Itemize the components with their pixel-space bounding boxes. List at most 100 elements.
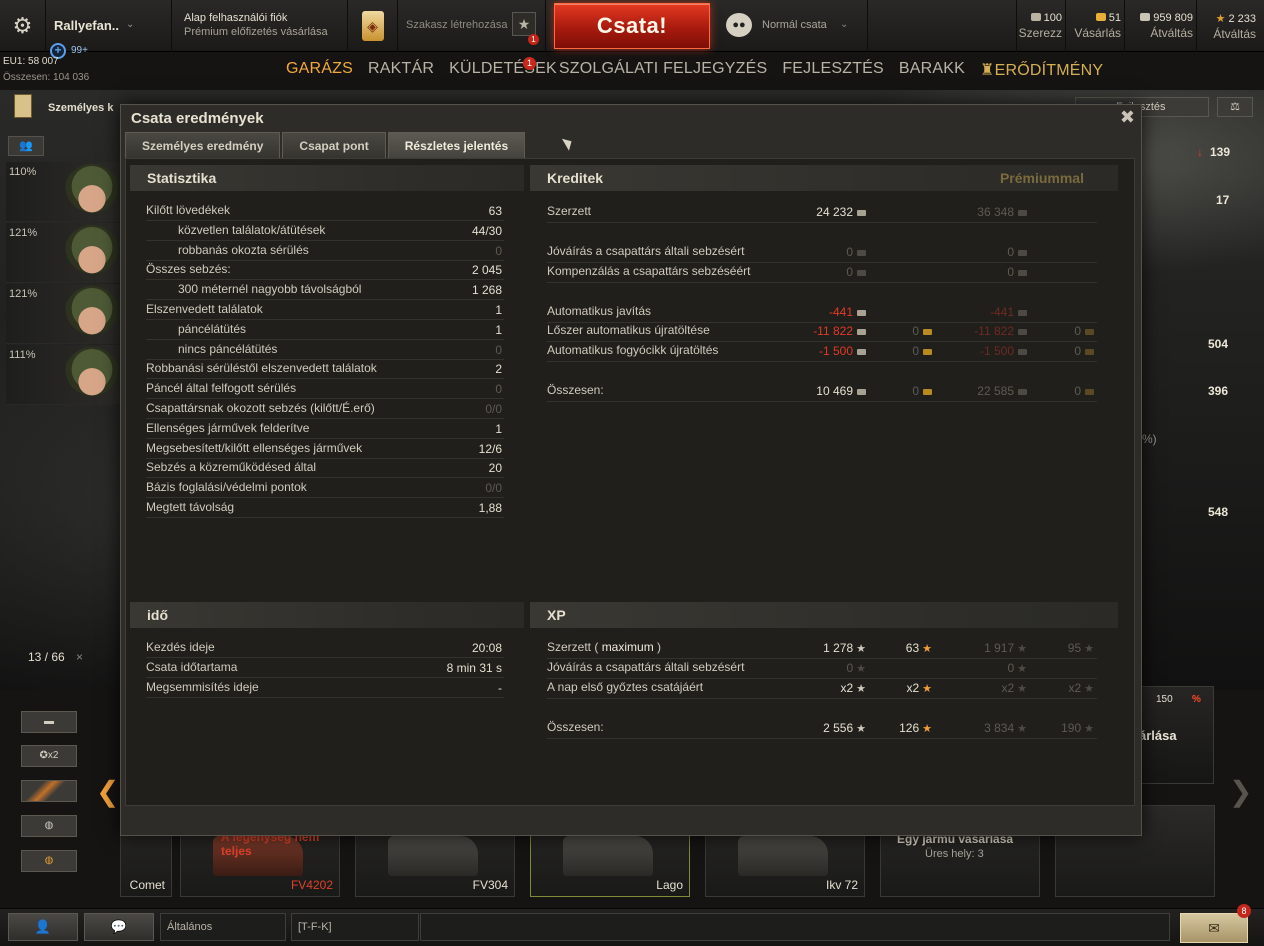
xp-value: 0 ★	[1007, 661, 1027, 675]
nav-research[interactable]: FEJLESZTÉS	[782, 60, 884, 84]
nav-barracks[interactable]: BARAKK	[899, 60, 965, 84]
channel-clan[interactable]: [T-F-K]	[291, 913, 419, 941]
crew-member[interactable]: 110%	[6, 162, 120, 222]
crew-member[interactable]: 121%	[6, 284, 120, 344]
squad-badge: 1	[528, 34, 539, 45]
gold-value: 0	[912, 324, 932, 338]
xp-value: x2 ★	[906, 681, 932, 695]
premium-label: Prémiummal	[999, 170, 1084, 186]
premium-credit-value: -11 822	[974, 324, 1027, 338]
stat-value: 0	[495, 342, 502, 357]
credits-header: Kreditek Prémiummal	[530, 165, 1118, 191]
row-divider	[146, 299, 504, 301]
stat-label: Megsebesített/kilőtt ellenséges járművek	[146, 440, 363, 455]
credit-label: Automatikus fogyócikk újratöltés	[547, 343, 719, 357]
account-title: Alap felhasználói fiók	[184, 12, 288, 24]
player-name: Rallyefan..	[54, 18, 120, 33]
stat-label: közvetlen találatok/átütések	[178, 222, 326, 237]
premium-gold-amount: 0	[1074, 344, 1081, 358]
crew-member[interactable]: 121%	[6, 223, 120, 283]
xp-value: 126 ★	[899, 721, 932, 735]
compare-button[interactable]: ⚖	[1217, 97, 1253, 117]
time-header: idő	[130, 602, 524, 628]
credit-amount: 10 469	[816, 384, 853, 398]
account-info[interactable]: Alap felhasználói fiók Prémium előfizeté…	[172, 0, 348, 52]
chat-button[interactable]: 💬	[84, 913, 154, 941]
tab-detailed[interactable]: Részletes jelentés	[387, 132, 526, 158]
nav-depot[interactable]: RAKTÁR	[368, 60, 434, 84]
crew-member[interactable]: 111%	[6, 345, 120, 405]
carousel-prev-icon[interactable]: ❮	[96, 775, 119, 808]
gold-amount: 0	[912, 344, 919, 358]
premium-credit-amount: -1 500	[979, 344, 1014, 358]
stat-label: Ellenséges járművek felderítve	[146, 420, 310, 435]
nav-stronghold[interactable]: ♜ERŐDÍTMÉNY	[980, 60, 1103, 84]
resource-gold[interactable]: 51 Vásárlás	[1065, 0, 1124, 52]
stats-title: Statisztika	[147, 170, 217, 186]
row-divider	[547, 222, 1097, 223]
premium-credit-amount: 0	[1007, 265, 1014, 279]
dialog-title: Csata eredmények	[131, 110, 264, 127]
nav-service-record[interactable]: SZOLGÁLATI FELJEGYZÉS	[559, 60, 767, 84]
stat-fragment: %)	[1142, 432, 1157, 446]
credits-icon	[857, 328, 866, 335]
credit-value: 24 232	[816, 205, 866, 219]
row-divider	[547, 698, 1097, 699]
credits-icon	[857, 249, 866, 256]
notifications-button[interactable]: ✉	[1180, 913, 1248, 943]
personal-missions[interactable]: Személyes k	[10, 92, 122, 122]
xp-value: x2 ★	[840, 681, 866, 695]
free-xp-icon: ★	[922, 683, 932, 695]
xp-amount: 0	[1007, 661, 1015, 675]
clear-filter-icon[interactable]: ×	[76, 650, 83, 664]
premium-credit-value: -1 500	[980, 344, 1027, 358]
stat-value: 0/0	[485, 481, 502, 496]
contacts-button[interactable]: 👤	[8, 913, 78, 941]
shop-button[interactable]: ◈	[348, 0, 398, 52]
filter-coin-button[interactable]: ◍	[21, 815, 77, 837]
create-squad[interactable]: Szakasz létrehozása ★ 1	[398, 0, 546, 52]
battle-mode-select[interactable]: ●● Normál csata ⌄	[718, 0, 868, 52]
battle-button[interactable]: Csata!	[554, 3, 710, 49]
resource-label: Vásárlás	[1074, 26, 1121, 40]
player-menu[interactable]: Rallyefan.. ⌄	[46, 0, 172, 52]
stat-value: 63	[488, 204, 502, 218]
filter-tank-button[interactable]: ▬	[21, 711, 77, 733]
buy-slot-sub: Üres hely: 3	[925, 848, 984, 860]
tank-image	[738, 836, 828, 876]
credits-icon	[1018, 348, 1027, 355]
stat-label: robbanás okozta sérülés	[178, 242, 309, 257]
settings-button[interactable]: ⚙	[0, 0, 46, 52]
xp-icon: ★	[1017, 683, 1027, 695]
resource-credits[interactable]: 959 809 Átváltás	[1124, 0, 1196, 52]
row-divider	[146, 697, 504, 698]
filter-x2-button[interactable]: ✪x2	[21, 745, 77, 767]
chat-input[interactable]	[420, 913, 1170, 941]
nav-garage[interactable]: GARÁZS	[286, 60, 353, 84]
premium-link[interactable]: Prémium előfizetés vásárlása	[184, 26, 347, 38]
document-icon	[14, 94, 32, 118]
close-icon[interactable]: ✖	[1120, 107, 1135, 128]
stats-header: Statisztika	[130, 165, 524, 191]
channel-general[interactable]: Általános	[160, 913, 286, 941]
tab-personal[interactable]: Személyes eredmény	[125, 132, 281, 158]
xp-value: x2 ★	[1001, 681, 1027, 695]
premium-credit-amount: 22 585	[977, 384, 1014, 398]
tab-team[interactable]: Csapat pont	[282, 132, 386, 158]
crew-toggle-button[interactable]: 👥	[8, 136, 44, 156]
nav-missions[interactable]: KÜLDETÉSEK	[449, 60, 557, 84]
xp-label-maximum: maximum	[601, 640, 654, 654]
xp-amount: 95	[1067, 641, 1082, 655]
star-icon[interactable]: ★	[512, 12, 536, 36]
filter-rental-button[interactable]	[21, 780, 77, 802]
resource-free-xp[interactable]: ★ 2 233 Átváltás	[1196, 0, 1260, 52]
carousel-next-icon[interactable]: ❯	[1229, 775, 1252, 808]
resource-bonds[interactable]: 100 Szerezz	[1016, 0, 1065, 52]
crew-portrait	[64, 347, 120, 403]
resource-label: Átváltás	[1213, 27, 1256, 41]
row-divider	[547, 341, 1097, 342]
premium-credit-value: 36 348	[977, 205, 1027, 219]
stat-value: 1	[495, 303, 502, 317]
squad-label: Szakasz létrehozása	[406, 19, 508, 31]
filter-gold-button[interactable]: ◍	[21, 850, 77, 872]
